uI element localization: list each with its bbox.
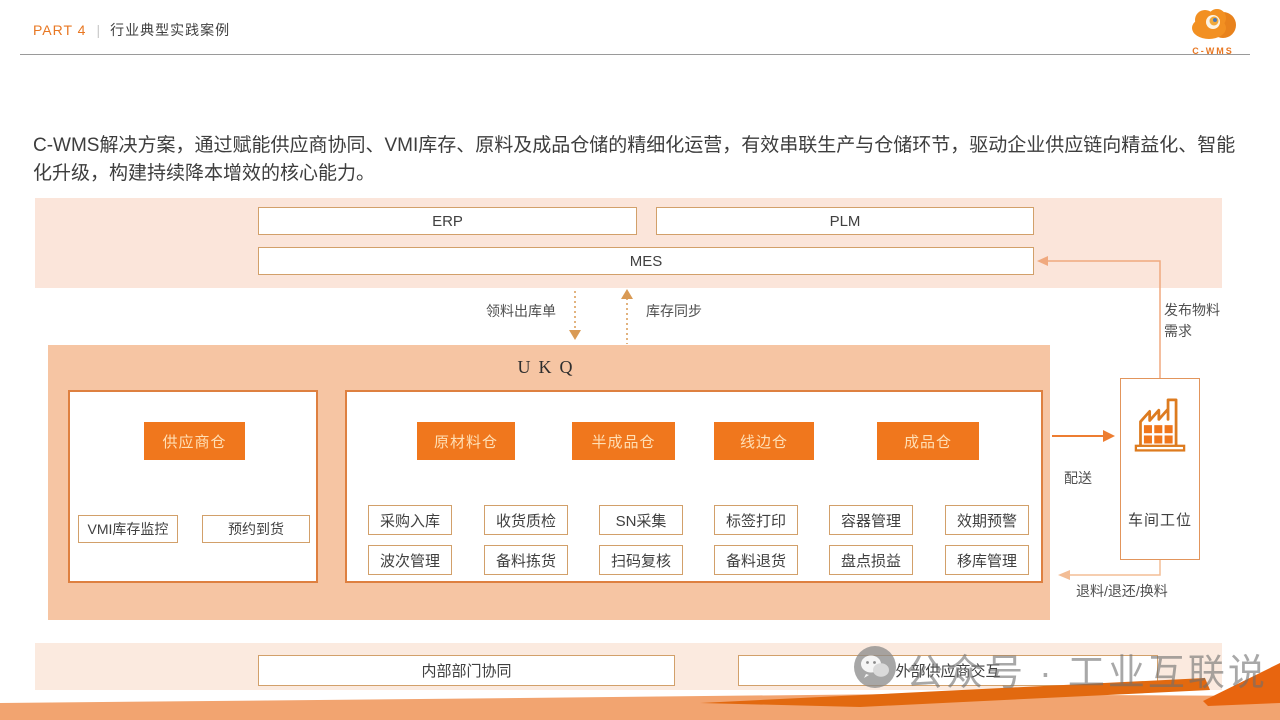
- header-divider: |: [96, 22, 100, 38]
- warehouse-raw-button: 原材料仓: [417, 422, 515, 460]
- slide-header: PART 4 | 行业典型实践案例: [33, 20, 230, 40]
- plant-func-r1c1: 采购入库: [368, 505, 452, 535]
- flow-pick-order-label: 领料出库单: [486, 301, 556, 321]
- supplier-panel: 供应商仓 VMI库存监控 预约到货: [68, 390, 318, 583]
- watermark: 公众号 · 工业互联说: [852, 642, 1268, 696]
- plant-func-r1c3: SN采集: [599, 505, 683, 535]
- slide-canvas: PART 4 | 行业典型实践案例 C-WMS C-WMS解决方案，通过赋能供应…: [0, 0, 1280, 720]
- erp-box: ERP: [258, 207, 637, 235]
- warehouse-finished-button: 成品仓: [877, 422, 979, 460]
- intro-paragraph: C-WMS解决方案，通过赋能供应商协同、VMI库存、原料及成品仓储的精细化运营，…: [33, 132, 1249, 188]
- wechat-icon: [852, 644, 898, 695]
- warehouse-line-button: 线边仓: [714, 422, 814, 460]
- plant-func-r2c1: 波次管理: [368, 545, 452, 575]
- plant-func-r2c6: 移库管理: [945, 545, 1029, 575]
- warehouse-semi-button: 半成品仓: [572, 422, 675, 460]
- systems-band: ERP PLM MES: [35, 198, 1222, 288]
- supplier-func-vmi: VMI库存监控: [78, 515, 178, 543]
- supplier-func-appointment: 预约到货: [202, 515, 310, 543]
- mes-box: MES: [258, 247, 1034, 275]
- plant-func-r1c6: 效期预警: [945, 505, 1029, 535]
- header-rule: [20, 54, 1250, 55]
- plant-func-r2c5: 盘点损益: [829, 545, 913, 575]
- plm-box: PLM: [656, 207, 1034, 235]
- plant-func-r1c5: 容器管理: [829, 505, 913, 535]
- plant-panel: 原材料仓 半成品仓 线边仓 成品仓 采购入库 收货质检 SN采集 标签打印 容器…: [345, 390, 1043, 583]
- ukq-title: UKQ: [48, 357, 1050, 378]
- flow-material-demand-label: 发布物料需求: [1164, 300, 1226, 342]
- cloud-logo-icon: [1182, 30, 1244, 47]
- logo-wordmark: C-WMS: [1178, 46, 1248, 56]
- flow-returns-label: 退料/退还/换料: [1076, 581, 1168, 601]
- plant-func-r2c4: 备料退货: [714, 545, 798, 575]
- part-label: PART 4: [33, 22, 86, 38]
- supplier-warehouse-button: 供应商仓: [144, 422, 245, 460]
- plant-func-r2c2: 备料拣货: [484, 545, 568, 575]
- plant-func-r2c3: 扫码复核: [599, 545, 683, 575]
- flow-delivery-label: 配送: [1064, 468, 1092, 488]
- brand-logo: C-WMS: [1178, 3, 1248, 56]
- flow-inventory-sync-label: 库存同步: [646, 301, 702, 321]
- factory-icon: [1132, 442, 1188, 459]
- plant-func-r1c2: 收货质检: [484, 505, 568, 535]
- watermark-text: 公众号 · 工业互联说: [906, 642, 1268, 696]
- ukq-panel: UKQ 供应商仓 VMI库存监控 预约到货 原材料仓 半成品仓 线边仓 成品仓 …: [48, 345, 1050, 620]
- internal-collab-box: 内部部门协同: [258, 655, 675, 686]
- page-title: 行业典型实践案例: [110, 20, 230, 40]
- workstation-label: 车间工位: [1121, 509, 1199, 530]
- workstation-box: 车间工位: [1120, 378, 1200, 560]
- plant-func-r1c4: 标签打印: [714, 505, 798, 535]
